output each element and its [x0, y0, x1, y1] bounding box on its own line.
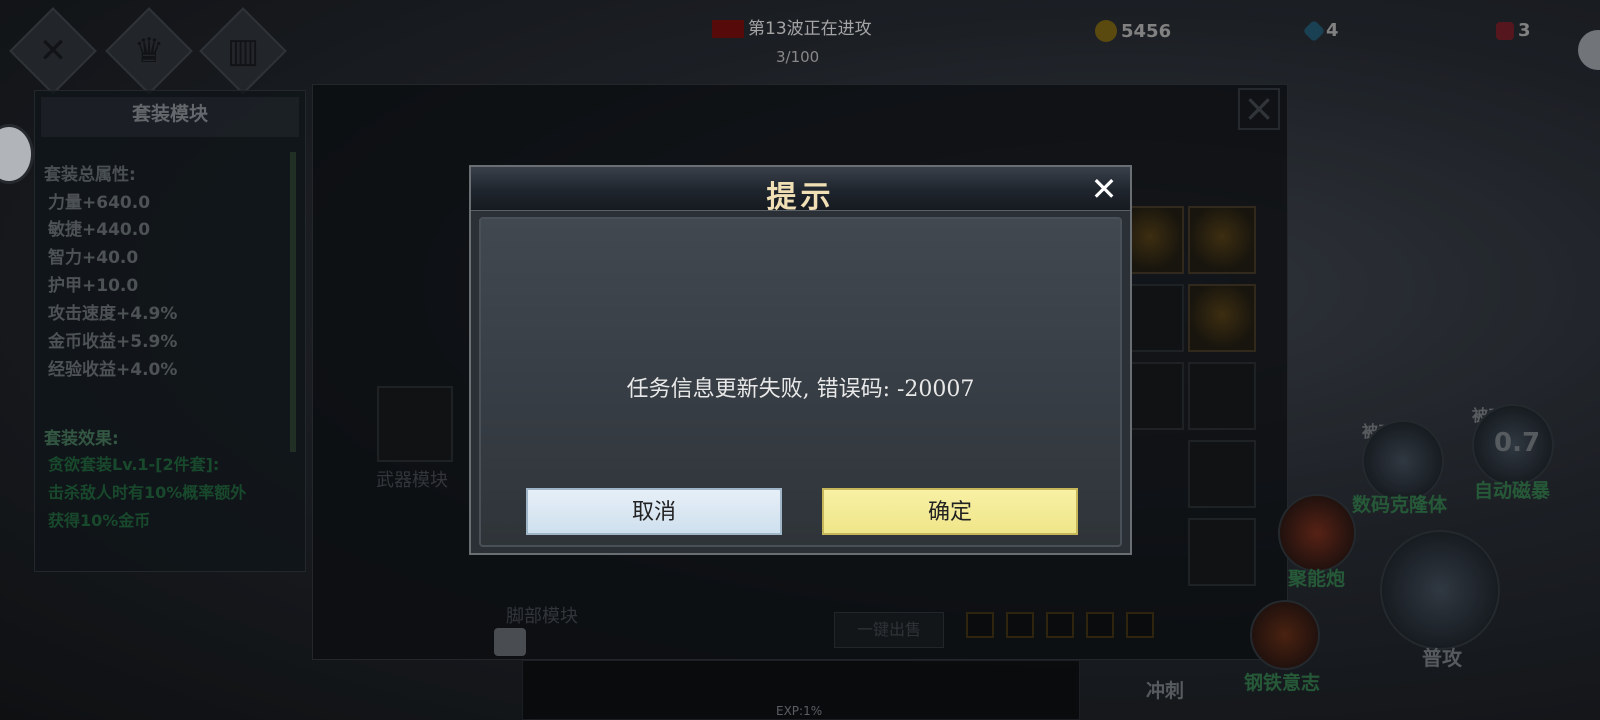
- close-icon[interactable]: ✕: [1087, 173, 1121, 207]
- dialog-message: 任务信息更新失败, 错误码: -20007: [626, 377, 975, 402]
- dialog-header: 提示 ✕: [471, 167, 1130, 215]
- cancel-button[interactable]: 取消: [526, 488, 782, 535]
- game-screen: ✕ ♛ ▥ 第13波正在进攻 3/100 5456 4 3 套装模块 套装总属性…: [0, 0, 1600, 720]
- confirm-button[interactable]: 确定: [822, 488, 1078, 535]
- prompt-dialog: 提示 ✕ 任务信息更新失败, 错误码: -20007 取消 确定: [469, 165, 1132, 555]
- dialog-title: 提示: [766, 180, 835, 215]
